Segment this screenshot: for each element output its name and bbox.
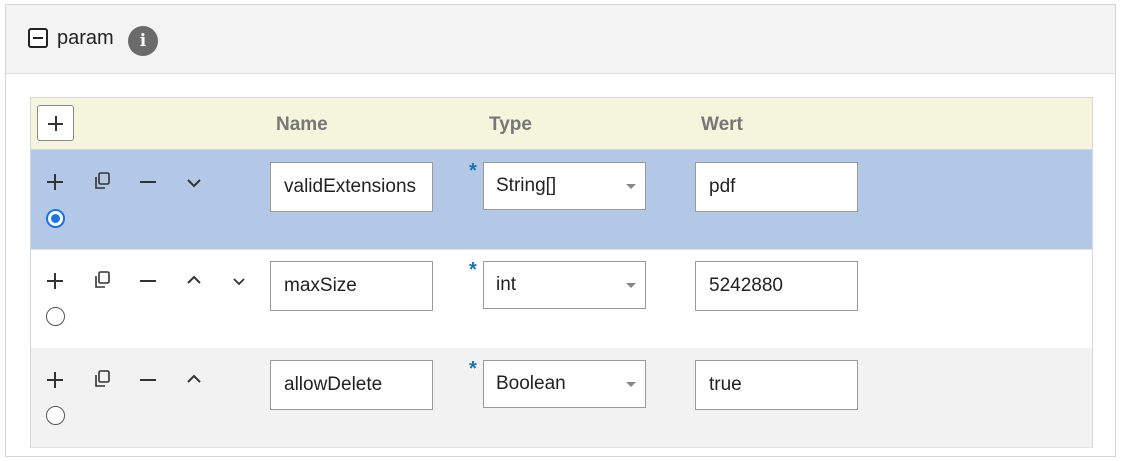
param-name-input[interactable]: allowDelete [270, 360, 433, 410]
add-row-button[interactable] [37, 105, 74, 141]
table-row: allowDelete * Boolean true [31, 348, 1092, 448]
chevron-down-icon [626, 283, 636, 288]
row-select-radio[interactable] [46, 209, 65, 228]
param-value-input[interactable]: 5242880 [695, 261, 858, 311]
column-header-value: Wert [701, 114, 743, 135]
remove-row-icon[interactable] [140, 372, 156, 388]
copy-icon[interactable] [94, 370, 110, 388]
insert-row-icon[interactable] [47, 273, 63, 289]
table-row: maxSize * int 5242880 [31, 249, 1092, 349]
collapse-toggle-icon[interactable] [28, 28, 48, 48]
insert-row-icon[interactable] [47, 372, 63, 388]
panel-header: param i [6, 5, 1115, 74]
table-header: Name Type Wert [31, 98, 1092, 150]
param-type-value: String[] [496, 175, 557, 196]
param-name-input[interactable]: validExtensions [270, 162, 433, 212]
column-header-type: Type [489, 114, 532, 135]
remove-row-icon[interactable] [140, 174, 156, 190]
row-select-radio[interactable] [46, 406, 65, 425]
param-table: Name Type Wert validExtensions * String[… [30, 97, 1093, 448]
remove-row-icon[interactable] [140, 273, 156, 289]
param-name-input[interactable]: maxSize [270, 261, 433, 311]
copy-icon[interactable] [94, 271, 110, 289]
move-up-icon[interactable] [186, 274, 202, 286]
param-panel: param i Name Type Wert validExtensions *… [5, 4, 1116, 457]
move-up-icon[interactable] [186, 373, 202, 385]
param-type-value: int [496, 274, 517, 295]
copy-icon[interactable] [94, 172, 110, 190]
required-marker: * [469, 358, 477, 380]
param-type-select[interactable]: Boolean [483, 360, 646, 408]
chevron-down-icon [626, 382, 636, 387]
insert-row-icon[interactable] [47, 174, 63, 190]
param-type-select[interactable]: int [483, 261, 646, 309]
param-value-input[interactable]: true [695, 360, 858, 410]
param-type-value: Boolean [496, 373, 566, 394]
param-type-select[interactable]: String[] [483, 162, 646, 210]
move-down-icon[interactable] [231, 276, 247, 288]
column-header-name: Name [276, 114, 328, 135]
required-marker: * [469, 160, 477, 182]
row-select-radio[interactable] [46, 307, 65, 326]
required-marker: * [469, 259, 477, 281]
table-row: validExtensions * String[] pdf [31, 150, 1092, 250]
info-icon[interactable]: i [128, 26, 158, 56]
move-down-icon[interactable] [186, 177, 202, 189]
chevron-down-icon [626, 184, 636, 189]
panel-title: param [57, 27, 114, 49]
param-value-input[interactable]: pdf [695, 162, 858, 212]
